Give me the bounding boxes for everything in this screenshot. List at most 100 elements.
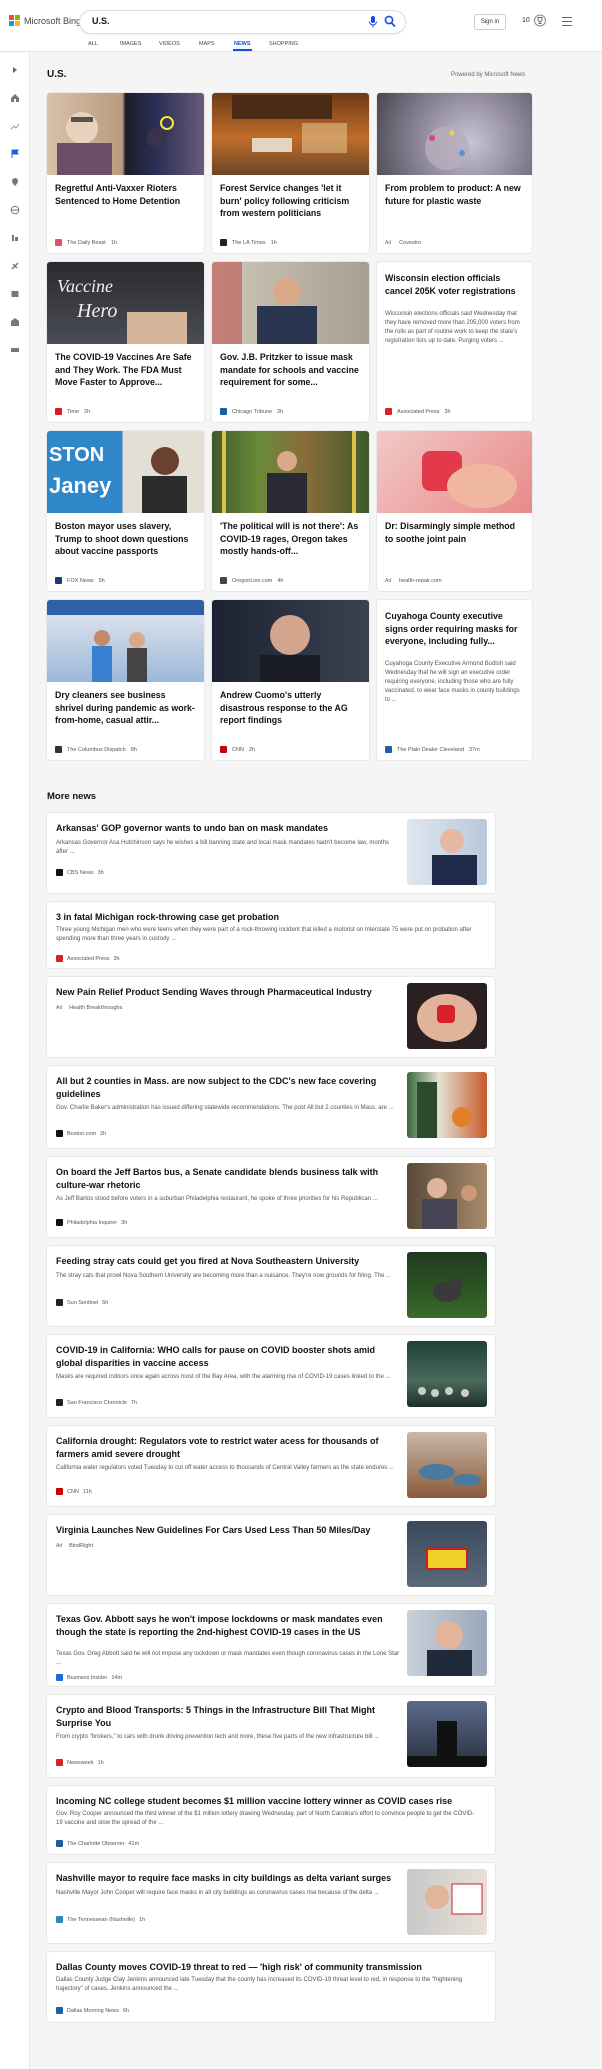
photo-illustration (422, 1178, 477, 1229)
publisher-logo-icon (385, 408, 392, 415)
article-title[interactable]: California drought: Regulators vote to r… (56, 1435, 396, 1461)
news-list-item[interactable]: Arkansas' GOP governor wants to undo ban… (47, 813, 495, 893)
article-source: FOX News 5h (55, 577, 105, 584)
hamburger-menu-icon[interactable] (562, 17, 572, 26)
tab-news[interactable]: NEWS (234, 41, 251, 47)
article-title[interactable]: Gov. J.B. Pritzker to issue mask mandate… (220, 351, 360, 389)
article-title[interactable]: 'The political will is not there': As CO… (220, 520, 360, 558)
search-icon[interactable] (384, 15, 396, 28)
article-title[interactable]: Crypto and Blood Transports: 5 Things in… (56, 1704, 396, 1730)
trending-icon[interactable] (10, 121, 20, 131)
politics-icon[interactable] (10, 233, 20, 243)
publisher-logo-icon (55, 746, 62, 753)
news-list-item[interactable]: Crypto and Blood Transports: 5 Things in… (47, 1695, 495, 1777)
news-card[interactable]: 'The political will is not there': As CO… (212, 431, 369, 591)
tab-images[interactable]: IMAGES (120, 41, 141, 47)
world-icon[interactable] (10, 177, 20, 187)
article-image (377, 431, 532, 513)
bing-logo[interactable]: Microsoft Bing (9, 15, 81, 26)
article-image (212, 93, 369, 175)
news-list-item[interactable]: 3 in fatal Michigan rock-throwing case g… (47, 902, 495, 968)
article-title[interactable]: Dallas County moves COVID-19 threat to r… (56, 1961, 476, 1974)
rewards-points[interactable]: 10 (522, 17, 530, 24)
news-list-item[interactable]: Nashville mayor to require face masks in… (47, 1863, 495, 1943)
article-image (212, 262, 369, 344)
photo-illustration: Vaccine Hero (57, 276, 187, 344)
publisher-logo-icon (56, 869, 63, 876)
article-title[interactable]: Cuyahoga County executive signs order re… (385, 610, 525, 648)
publisher-logo-icon (56, 2007, 63, 2014)
expand-arrow-icon[interactable] (10, 65, 20, 75)
entertainment-icon[interactable] (10, 289, 20, 299)
article-title[interactable]: Boston mayor uses slavery, Trump to shoo… (55, 520, 195, 558)
article-title[interactable]: 3 in fatal Michigan rock-throwing case g… (56, 911, 476, 924)
article-source: CBS News 3h (56, 869, 104, 876)
article-title[interactable]: Nashville mayor to require face masks in… (56, 1872, 396, 1885)
news-list-item-ad[interactable]: New Pain Relief Product Sending Waves th… (47, 977, 495, 1057)
news-card[interactable]: Vaccine Hero The COVID-19 Vaccines Are Sa… (47, 262, 204, 422)
article-title[interactable]: From problem to product: A new future fo… (385, 182, 525, 207)
news-list-item[interactable]: On board the Jeff Bartos bus, a Senate c… (47, 1157, 495, 1237)
news-list-item[interactable]: All but 2 counties in Mass. are now subj… (47, 1066, 495, 1148)
article-title[interactable]: Virginia Launches New Guidelines For Car… (56, 1524, 396, 1537)
article-title[interactable]: Andrew Cuomo's utterly disastrous respon… (220, 689, 360, 727)
article-title[interactable]: All but 2 counties in Mass. are now subj… (56, 1075, 396, 1101)
news-list-item[interactable]: Incoming NC college student becomes $1 m… (47, 1786, 495, 1854)
article-title[interactable]: COVID-19 in California: WHO calls for pa… (56, 1344, 396, 1370)
article-title[interactable]: Arkansas' GOP governor wants to undo ban… (56, 822, 396, 835)
article-image (407, 1163, 487, 1229)
article-title[interactable]: Dry cleaners see business shrivel during… (55, 689, 195, 727)
money-icon[interactable] (10, 345, 20, 355)
article-title[interactable]: The COVID-19 Vaccines Are Safe and They … (55, 351, 195, 389)
science-icon[interactable] (10, 261, 20, 271)
article-image (212, 431, 369, 513)
article-source: Dallas Morning News 6h (56, 2007, 129, 2014)
search-box[interactable]: U.S. (80, 11, 405, 33)
news-card[interactable]: Gov. J.B. Pritzker to issue mask mandate… (212, 262, 369, 422)
news-card[interactable]: Dry cleaners see business shrivel during… (47, 600, 204, 760)
article-source: The Plain Dealer Cleveland 37m (385, 746, 480, 753)
microphone-icon[interactable] (368, 16, 378, 28)
article-title[interactable]: Forest Service changes 'let it burn' pol… (220, 182, 360, 220)
news-card-ad[interactable]: Dr: Disarmingly simple method to soothe … (377, 431, 532, 591)
search-input[interactable]: U.S. (92, 16, 110, 26)
news-list-item[interactable]: California drought: Regulators vote to r… (47, 1426, 495, 1506)
news-card-ad[interactable]: From problem to product: A new future fo… (377, 93, 532, 253)
tab-shopping[interactable]: SHOPPING (269, 41, 298, 47)
article-title[interactable]: Regretful Anti-Vaxxer Rioters Sentenced … (55, 182, 195, 207)
section-title: U.S. (47, 69, 67, 80)
sign-in-button[interactable]: Sign in (474, 14, 506, 30)
news-card[interactable]: Andrew Cuomo's utterly disastrous respon… (212, 600, 369, 760)
article-title[interactable]: New Pain Relief Product Sending Waves th… (56, 986, 396, 999)
news-list-item[interactable]: Feeding stray cats could get you fired a… (47, 1246, 495, 1326)
home-icon[interactable] (10, 93, 20, 103)
article-source: Boston.com 2h (56, 1130, 106, 1137)
article-title[interactable]: On board the Jeff Bartos bus, a Senate c… (56, 1166, 396, 1192)
tab-maps[interactable]: MAPS (199, 41, 215, 47)
news-card-text[interactable]: Cuyahoga County executive signs order re… (377, 600, 532, 760)
news-list-item[interactable]: COVID-19 in California: WHO calls for pa… (47, 1335, 495, 1417)
globe-icon[interactable] (10, 205, 20, 215)
rewards-trophy-icon[interactable] (534, 14, 546, 27)
article-summary: The stray cats that prowl Nova Southern … (56, 1273, 392, 1279)
news-list-item[interactable]: Dallas County moves COVID-19 threat to r… (47, 1952, 495, 2022)
article-source: The Columbus Dispatch 8h (55, 746, 137, 753)
article-title[interactable]: Wisconsin election officials cancel 205K… (385, 272, 525, 297)
article-title[interactable]: Incoming NC college student becomes $1 m… (56, 1795, 476, 1808)
article-title[interactable]: Dr: Disarmingly simple method to soothe … (385, 520, 525, 545)
news-card[interactable]: Forest Service changes 'let it burn' pol… (212, 93, 369, 253)
news-card[interactable]: STON Janey Boston mayor uses slavery, Tru… (47, 431, 204, 591)
tab-videos[interactable]: VIDEOS (159, 41, 180, 47)
news-list-item[interactable]: Texas Gov. Abbott says he won't impose l… (47, 1604, 495, 1686)
publisher-logo-icon (56, 1130, 63, 1137)
business-icon[interactable] (10, 317, 20, 327)
article-title[interactable]: Texas Gov. Abbott says he won't impose l… (56, 1613, 396, 1639)
news-list-item-ad[interactable]: Virginia Launches New Guidelines For Car… (47, 1515, 495, 1595)
article-source: Ad BindRight (56, 1543, 93, 1549)
news-card-text[interactable]: Wisconsin election officials cancel 205K… (377, 262, 532, 422)
news-card[interactable]: Regretful Anti-Vaxxer Rioters Sentenced … (47, 93, 204, 253)
article-title[interactable]: Feeding stray cats could get you fired a… (56, 1255, 396, 1268)
tab-all[interactable]: ALL (88, 41, 98, 47)
photo-illustration (260, 615, 320, 682)
us-flag-icon[interactable] (10, 149, 20, 159)
